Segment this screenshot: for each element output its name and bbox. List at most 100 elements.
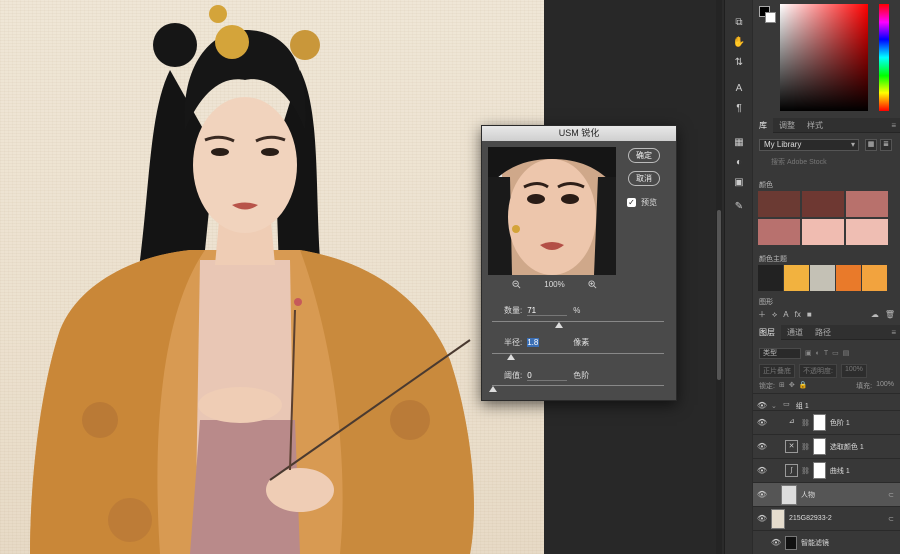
amount-slider[interactable] bbox=[492, 321, 664, 322]
fill-label: 填充: bbox=[856, 383, 873, 390]
hue-slider[interactable] bbox=[879, 4, 889, 111]
filter-shape-icon[interactable]: ▭ bbox=[832, 349, 839, 357]
trash-icon[interactable]: 🗑 bbox=[885, 310, 895, 319]
layer-row-selective-color[interactable]: 👁 ✕ ⛓ 选取颜色 1 bbox=[753, 434, 900, 458]
filter-pixel-icon[interactable]: ▣ bbox=[805, 349, 812, 357]
layer-mask-thumbnail[interactable] bbox=[812, 438, 826, 455]
fill-color-icon[interactable]: ■ bbox=[807, 310, 812, 319]
layer-thumbnail[interactable] bbox=[781, 484, 797, 505]
tab-styles[interactable]: 样式 bbox=[801, 118, 829, 133]
blend-mode-select[interactable]: 正片叠底 bbox=[759, 364, 795, 378]
paragraph-icon[interactable]: ¶ bbox=[725, 98, 753, 118]
list-view-icon[interactable]: ≣ bbox=[880, 139, 892, 151]
color-swatch[interactable] bbox=[758, 191, 800, 217]
stock-search-input[interactable]: 搜索 Adobe Stock bbox=[759, 157, 894, 169]
tab-adjustments[interactable]: 调整 bbox=[773, 118, 801, 133]
tab-channels[interactable]: 通道 bbox=[781, 325, 809, 340]
visibility-eye-icon[interactable]: 👁 bbox=[753, 466, 771, 475]
background-color-swatch[interactable] bbox=[765, 12, 776, 23]
amount-input[interactable]: 71 bbox=[527, 306, 568, 316]
lock-all-icon[interactable]: 🔒 bbox=[799, 381, 808, 391]
layer-name: 智能滤镜 bbox=[801, 539, 829, 547]
layer-row-levels[interactable]: 👁 ⊿ ⛓ 色阶 1 bbox=[753, 410, 900, 434]
tab-libraries[interactable]: 库 bbox=[753, 117, 773, 133]
zoom-out-icon[interactable] bbox=[512, 280, 521, 289]
check-icon[interactable]: ✓ bbox=[627, 198, 636, 207]
visibility-eye-icon[interactable]: 👁 bbox=[767, 538, 785, 547]
filter-adjust-icon[interactable]: ◐ bbox=[816, 350, 820, 357]
layer-row-curves[interactable]: 👁 ∫ ⛓ 曲线 1 bbox=[753, 458, 900, 482]
adjust-icon[interactable]: ⇅ bbox=[725, 52, 753, 72]
tab-layers[interactable]: 图层 bbox=[753, 324, 781, 340]
threshold-row: 阈值: 0 色阶 bbox=[504, 370, 589, 381]
filter-smart-icon[interactable]: ▤ bbox=[843, 349, 850, 357]
library-select[interactable]: My Library ▾ bbox=[759, 139, 859, 151]
tab-paths[interactable]: 路径 bbox=[809, 325, 837, 340]
layer-row-smart-filter[interactable]: 👁 智能滤镜 bbox=[753, 530, 900, 554]
visibility-eye-icon[interactable]: 👁 bbox=[753, 442, 771, 451]
filter-text-icon[interactable]: T bbox=[824, 350, 828, 357]
saturation-brightness-field[interactable] bbox=[780, 4, 868, 111]
cancel-button[interactable]: 取消 bbox=[628, 171, 660, 186]
opacity-value[interactable]: 100% bbox=[840, 364, 867, 378]
add-icon[interactable]: ＋ bbox=[758, 309, 766, 320]
pen-icon[interactable]: ✎ bbox=[725, 196, 753, 216]
radius-row: 半径: 1.8 像素 bbox=[504, 337, 589, 348]
color-swatch[interactable] bbox=[802, 191, 844, 217]
threshold-slider-thumb[interactable] bbox=[489, 386, 497, 392]
radius-slider[interactable] bbox=[492, 353, 664, 354]
chevron-down-icon[interactable]: ⌄ bbox=[771, 402, 777, 410]
document-image[interactable] bbox=[0, 0, 544, 554]
scrollbar-thumb[interactable] bbox=[717, 210, 721, 380]
color-swatch[interactable] bbox=[846, 219, 888, 245]
filter-mask-thumbnail[interactable] bbox=[785, 535, 797, 550]
layer-mask-thumbnail[interactable] bbox=[812, 462, 826, 479]
layer-row-person[interactable]: 👁 人物 ⊂ bbox=[753, 482, 900, 506]
layer-row-background[interactable]: 👁 215G82933-2 ⊂ bbox=[753, 506, 900, 530]
colors-section-label: 颜色 bbox=[759, 182, 773, 189]
fx-icon[interactable]: fx bbox=[795, 310, 801, 319]
adjustments-icon[interactable]: ◐ bbox=[725, 152, 753, 172]
visibility-eye-icon[interactable]: 👁 bbox=[753, 418, 771, 427]
visibility-eye-icon[interactable]: 👁 bbox=[753, 490, 771, 499]
visibility-eye-icon[interactable]: 👁 bbox=[753, 401, 771, 410]
panel-menu-icon[interactable]: ≡ bbox=[891, 121, 896, 130]
radius-input[interactable]: 1.8 bbox=[527, 338, 540, 347]
radius-slider-thumb[interactable] bbox=[507, 354, 515, 360]
zoom-level: 100% bbox=[544, 280, 565, 289]
fill-value[interactable]: 100% bbox=[876, 381, 894, 391]
lock-position-icon[interactable]: ✥ bbox=[789, 381, 795, 391]
visibility-eye-icon[interactable]: 👁 bbox=[753, 514, 771, 523]
layer-filter-row: 类型 ▣ ◐ T ▭ ▤ bbox=[759, 347, 894, 359]
color-theme-label: 颜色主题 bbox=[759, 256, 787, 263]
portrait-illustration bbox=[30, 5, 474, 554]
preview-pane[interactable] bbox=[488, 147, 616, 275]
opacity-label: 不透明度: bbox=[799, 364, 837, 378]
layer-thumbnail[interactable] bbox=[771, 508, 785, 529]
panel-menu-icon[interactable]: ≡ bbox=[891, 328, 896, 337]
color-swatch[interactable] bbox=[802, 219, 844, 245]
character-icon[interactable]: A bbox=[725, 78, 753, 98]
layer-kind-filter[interactable]: 类型 bbox=[759, 347, 801, 359]
cc-library-icon[interactable]: ⟡ bbox=[772, 310, 777, 320]
brush-icon[interactable]: ✋ bbox=[725, 32, 753, 52]
canvas-vertical-scrollbar[interactable] bbox=[716, 0, 722, 554]
layer-mask-thumbnail[interactable] bbox=[812, 414, 826, 431]
dialog-title[interactable]: USM 锐化 bbox=[482, 126, 676, 141]
lock-pixels-icon[interactable]: ⊞ bbox=[779, 381, 785, 391]
cloud-icon[interactable]: ☁ bbox=[871, 310, 879, 319]
threshold-slider[interactable] bbox=[492, 385, 664, 386]
styles-icon[interactable]: ▣ bbox=[725, 172, 753, 192]
ok-button[interactable]: 确定 bbox=[628, 148, 660, 163]
zoom-in-icon[interactable] bbox=[588, 280, 597, 289]
libraries-icon[interactable]: ▦ bbox=[725, 132, 753, 152]
character-style-icon[interactable]: A bbox=[783, 310, 788, 319]
grid-view-icon[interactable]: ▦ bbox=[865, 139, 877, 151]
history-icon[interactable]: ⧉ bbox=[725, 12, 753, 32]
color-swatch[interactable] bbox=[758, 219, 800, 245]
color-theme-row[interactable] bbox=[758, 265, 887, 291]
threshold-input[interactable]: 0 bbox=[527, 371, 568, 381]
amount-slider-thumb[interactable] bbox=[555, 322, 563, 328]
preview-checkbox[interactable]: ✓ 预览 bbox=[627, 197, 657, 208]
color-swatch[interactable] bbox=[846, 191, 888, 217]
